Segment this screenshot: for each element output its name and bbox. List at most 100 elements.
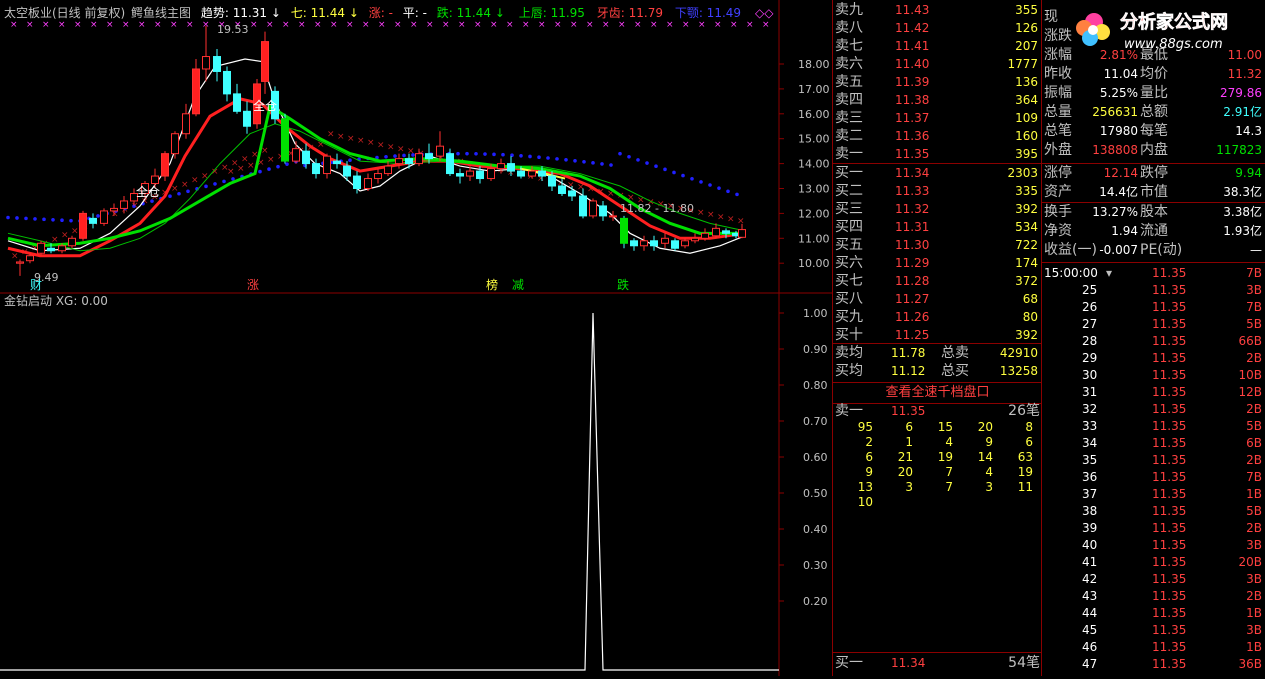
tick-row: 26 11.35 7B — [1042, 299, 1265, 316]
queue-cell: 19 — [937, 450, 953, 464]
kline-chart[interactable]: 18.00 17.00 16.00 15.00 14.00 13.00 12.00 11.00… — [0, 0, 832, 676]
bid-price: 11.25 — [895, 328, 930, 342]
jaw-value: 下颚: 11.49 — [675, 6, 741, 20]
blue-dot — [51, 217, 55, 222]
blue-dot — [582, 159, 586, 164]
sar-cross: × — [367, 138, 375, 148]
top-marker: × — [570, 20, 578, 30]
tick-second: 44 — [1082, 606, 1098, 620]
blue-dot — [150, 199, 154, 203]
tick-price: 11.35 — [1152, 572, 1187, 586]
blue-dot — [519, 154, 523, 158]
bid-row: 买七 11.28 372 — [833, 272, 1042, 290]
expand-diamond-icon[interactable]: ◇◇ — [755, 6, 774, 20]
quote-value-1: 5.25% — [1099, 86, 1138, 100]
tick-volume: 20B — [1238, 555, 1262, 569]
tick-row: 42 11.35 3B — [1042, 571, 1265, 588]
tick-second: 38 — [1082, 504, 1098, 518]
tick-row: 29 11.35 2B — [1042, 350, 1265, 367]
candle-body — [517, 170, 525, 177]
tick-price: 11.35 — [1152, 640, 1187, 654]
blue-dot — [681, 173, 685, 178]
queue-cell: 7 — [945, 465, 953, 479]
blue-dot — [222, 179, 226, 184]
ask-volume: 160 — [1015, 129, 1038, 143]
blue-dot — [285, 162, 289, 166]
sar-cross: × — [181, 180, 189, 190]
blue-dot — [573, 158, 577, 163]
blue-dot — [717, 186, 721, 190]
bid-volume: 392 — [1015, 202, 1038, 216]
quote-label-1: 总笔 — [1044, 123, 1072, 139]
quote-label-2: 内盘 — [1140, 142, 1168, 158]
bottom-divider — [833, 652, 1042, 653]
candle-body — [68, 237, 76, 247]
depth-view-button[interactable]: 查看全速千档盘口 — [833, 382, 1042, 404]
quote-value-2: 38.3亿 — [1223, 185, 1262, 199]
tick-volume: 1B — [1246, 487, 1262, 501]
quote-value-2: 279.86 — [1220, 86, 1262, 100]
tick-second: 40 — [1082, 538, 1098, 552]
queue-cell: 6 — [905, 420, 913, 434]
bid-label: 买七 — [835, 273, 863, 289]
tick-volume: 1B — [1246, 640, 1262, 654]
sub-y-tick-label: 0.40 — [803, 523, 828, 536]
queue-cell: 15 — [937, 420, 953, 434]
queue-cell: 6 — [865, 450, 873, 464]
quote-label-2: 均价 — [1140, 66, 1168, 82]
chart-area[interactable]: 18.00 17.00 16.00 15.00 14.00 13.00 12.00 11.00… — [0, 0, 832, 676]
sar-cross: × — [387, 142, 395, 152]
tick-volume: 3B — [1246, 623, 1262, 637]
tick-row: 46 11.35 1B — [1042, 639, 1265, 656]
tick-volume: 7B — [1246, 470, 1262, 484]
bid-price: 11.28 — [895, 274, 930, 288]
y-tick-label: 16.00 — [798, 108, 830, 121]
candle-body — [100, 210, 108, 224]
tick-second: 27 — [1082, 317, 1098, 331]
tick-price: 11.35 — [1152, 521, 1187, 535]
tick-price: 11.35 — [1152, 606, 1187, 620]
tick-second: 42 — [1082, 572, 1098, 586]
blue-dot — [402, 153, 406, 158]
top-marker: × — [90, 20, 98, 30]
blue-dot — [537, 155, 541, 160]
blue-dot — [627, 154, 631, 159]
candle-body — [47, 247, 55, 252]
blue-dot — [24, 216, 28, 221]
ask-average-row: 卖均 11.78 总卖 42910 — [833, 344, 1042, 362]
sar-cross: × — [171, 184, 179, 194]
tick-second: 29 — [1082, 351, 1098, 365]
blue-dot — [645, 161, 649, 165]
queue-row: 6 21 19 14 63 — [833, 450, 1042, 465]
bid-average-row: 买均 11.12 总买 13258 — [833, 362, 1042, 380]
bid-total-label: 总买 — [941, 363, 969, 379]
queue-cell: 20 — [897, 465, 913, 479]
ask-label: 卖二 — [835, 128, 863, 144]
blue-dot — [213, 182, 217, 186]
quote-row: 振幅 5.25% 量比 279.86 — [1042, 84, 1265, 102]
candle-body — [302, 150, 310, 165]
ask-price: 11.43 — [895, 3, 930, 17]
top-marker: × — [458, 20, 466, 30]
tick-row: 33 11.35 5B — [1042, 418, 1265, 435]
quote-label-2: PE(动) — [1140, 242, 1183, 258]
tick-sort-arrow-icon[interactable]: ▾ — [1106, 264, 1112, 282]
ask-label: 卖九 — [835, 2, 863, 18]
top-marker: × — [122, 20, 130, 30]
bid-row: 买三 11.32 392 — [833, 200, 1042, 218]
top-marker: × — [106, 20, 114, 30]
tick-second: 26 — [1082, 300, 1098, 314]
bid-label: 买八 — [835, 291, 863, 307]
tick-price: 11.35 — [1152, 317, 1187, 331]
tick-second: 32 — [1082, 402, 1098, 416]
quote-value-2: 2.91亿 — [1223, 105, 1262, 119]
tick-second: 47 — [1082, 657, 1098, 671]
bid-volume: 68 — [1022, 292, 1038, 306]
tick-row: 41 11.35 20B — [1042, 554, 1265, 571]
queue-cell: 63 — [1017, 450, 1033, 464]
quote-label-2: 总额 — [1140, 104, 1168, 120]
quote-label-1: 昨收 — [1044, 66, 1072, 82]
quote-value-1: 11.04 — [1103, 67, 1138, 81]
sar-cross: × — [707, 210, 715, 220]
bid-price: 11.30 — [895, 238, 930, 252]
